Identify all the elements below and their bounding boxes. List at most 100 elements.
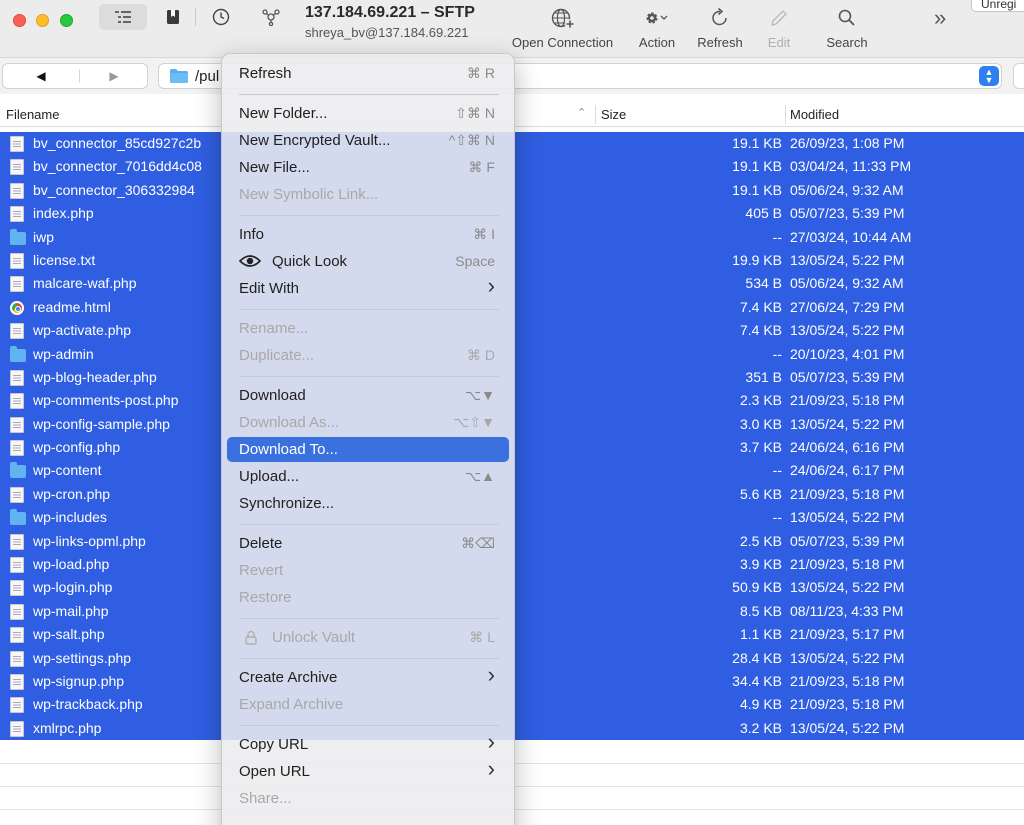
unregistered-badge[interactable]: Unregi xyxy=(971,0,1024,12)
file-name: wp-admin xyxy=(33,345,94,362)
minimize-window-button[interactable] xyxy=(36,14,49,27)
file-name: wp-activate.php xyxy=(33,322,132,339)
menu-item-unlock-vault: Unlock Vault ⌘ L xyxy=(227,625,509,650)
file-name: wp-content xyxy=(33,462,102,479)
file-size: 19.1 KB xyxy=(732,135,782,151)
file-modified: 24/06/24, 6:16 PM xyxy=(790,439,905,456)
close-window-button[interactable] xyxy=(13,14,26,27)
file-size: 3.2 KB xyxy=(739,719,782,736)
file-size: 7.4 KB xyxy=(739,298,782,315)
column-modified[interactable]: Modified xyxy=(790,107,839,122)
sort-ascending-icon: ⌃ xyxy=(577,107,587,119)
menu-item-shortcut: ⌘ L xyxy=(469,629,495,645)
file-size: -- xyxy=(772,228,782,245)
column-separator[interactable] xyxy=(595,105,596,124)
menu-item-shortcut: ⌥▼ xyxy=(465,387,495,403)
file-size: 1.1 KB xyxy=(739,626,782,643)
menu-item-delete[interactable]: Delete ⌘⌫ xyxy=(227,531,509,556)
action-label: Action xyxy=(638,35,676,50)
file-name: index.php xyxy=(33,205,94,222)
file-icon xyxy=(10,673,24,690)
edit-button[interactable]: Edit xyxy=(762,4,796,50)
menu-item-label: Download To... xyxy=(239,441,338,458)
file-name: wp-cron.php xyxy=(33,485,111,502)
file-name: xmlrpc.php xyxy=(33,719,102,736)
menu-item-label: New Symbolic Link... xyxy=(239,186,379,203)
file-size: 351 B xyxy=(745,368,782,385)
file-modified: 26/09/23, 1:08 PM xyxy=(790,135,905,151)
menu-item-label: Info xyxy=(239,226,265,243)
menu-item-shortcut: ⌘ I xyxy=(473,226,495,242)
open-connection-button[interactable]: Open Connection xyxy=(505,4,620,50)
menu-item-label: Share... xyxy=(239,790,292,807)
menu-separator xyxy=(239,725,499,726)
folder-icon xyxy=(170,69,188,83)
file-modified: 13/05/24, 5:22 PM xyxy=(790,649,905,666)
search-button[interactable]: Search xyxy=(822,4,872,50)
forward-button[interactable]: ▶ xyxy=(80,64,148,88)
menu-item-synchronize[interactable]: Synchronize... xyxy=(227,491,509,516)
menu-item-open-url[interactable]: Open URL › xyxy=(227,756,509,784)
menu-item-refresh[interactable]: Refresh ⌘ R xyxy=(227,61,509,86)
bookmarks-button[interactable] xyxy=(161,4,185,30)
menu-item-new-folder[interactable]: New Folder... ⇧⌘ N xyxy=(227,101,509,126)
menu-item-quick-look[interactable]: Quick Look Space xyxy=(227,249,509,274)
menu-item-create-archive[interactable]: Create Archive › xyxy=(227,662,509,690)
menu-item-expand-archive: Expand Archive xyxy=(227,692,509,717)
menu-item-rename: Rename... xyxy=(227,316,509,341)
file-icon xyxy=(10,323,24,340)
outline-view-button[interactable] xyxy=(99,4,147,30)
file-modified: 05/07/23, 5:39 PM xyxy=(790,532,905,549)
column-separator[interactable] xyxy=(785,105,786,124)
menu-item-revert: Revert xyxy=(227,558,509,583)
menu-item-label: Expand Archive xyxy=(239,696,344,713)
column-size[interactable]: Size xyxy=(601,107,626,122)
column-filename[interactable]: Filename xyxy=(6,107,59,122)
quick-filter-field[interactable] xyxy=(1013,63,1024,89)
lock-icon xyxy=(245,630,257,649)
file-modified: 05/07/23, 5:39 PM xyxy=(790,205,905,222)
menu-item-new-symbolic-link: New Symbolic Link... xyxy=(227,182,509,207)
toolbar-overflow-button[interactable]: » xyxy=(934,5,946,31)
menu-item-shortcut: ⇧⌘ N xyxy=(455,105,495,121)
bonjour-button[interactable] xyxy=(258,4,284,30)
file-name: wp-mail.php xyxy=(33,602,109,619)
back-button[interactable]: ◀ xyxy=(3,64,79,88)
pencil-icon xyxy=(771,10,787,26)
zoom-window-button[interactable] xyxy=(60,14,73,27)
menu-item-upload[interactable]: Upload... ⌥▲ xyxy=(227,464,509,489)
file-modified: 13/05/24, 5:22 PM xyxy=(790,415,905,432)
menu-item-label: Rename... xyxy=(239,320,309,337)
menu-item-edit-with[interactable]: Edit With › xyxy=(227,273,509,301)
window-title: 137.184.69.221 – SFTP xyxy=(305,4,475,21)
file-icon xyxy=(10,136,24,152)
refresh-button[interactable]: Refresh xyxy=(692,4,748,50)
history-button[interactable] xyxy=(208,4,234,30)
globe-plus-icon xyxy=(551,8,575,29)
file-size: 5.6 KB xyxy=(739,485,782,502)
menu-item-new-file[interactable]: New File... ⌘ F xyxy=(227,155,509,180)
file-name: bv_connector_85cd927c2b xyxy=(33,135,202,151)
path-dropdown-icon[interactable]: ▲ ▼ xyxy=(979,66,999,86)
menu-separator xyxy=(239,658,499,659)
menu-item-label: New File... xyxy=(239,159,310,176)
file-size: 534 B xyxy=(745,275,782,292)
outline-icon xyxy=(115,11,131,23)
file-icon xyxy=(10,580,24,597)
file-icon xyxy=(10,206,24,223)
action-button[interactable]: Action xyxy=(631,4,683,50)
file-size: 19.1 KB xyxy=(732,158,782,175)
file-size: -- xyxy=(772,509,782,526)
menu-item-label: Synchronize... xyxy=(239,495,335,512)
file-name: malcare-waf.php xyxy=(33,275,137,292)
menu-item-download[interactable]: Download ⌥▼ xyxy=(227,383,509,408)
menu-item-label: Upload... xyxy=(239,468,300,485)
menu-item-download-to[interactable]: Download To... xyxy=(227,437,509,462)
file-modified: 03/04/24, 11:33 PM xyxy=(790,158,912,175)
menu-item-copy-url[interactable]: Copy URL › xyxy=(227,729,509,757)
file-modified: 21/09/23, 5:18 PM xyxy=(790,696,905,713)
file-icon xyxy=(10,697,24,714)
menu-item-new-encrypted-vault[interactable]: New Encrypted Vault... ^⇧⌘ N xyxy=(227,128,509,153)
title-bar: 137.184.69.221 – SFTP shreya_bv@137.184.… xyxy=(0,0,1024,58)
menu-item-info[interactable]: Info ⌘ I xyxy=(227,222,509,247)
